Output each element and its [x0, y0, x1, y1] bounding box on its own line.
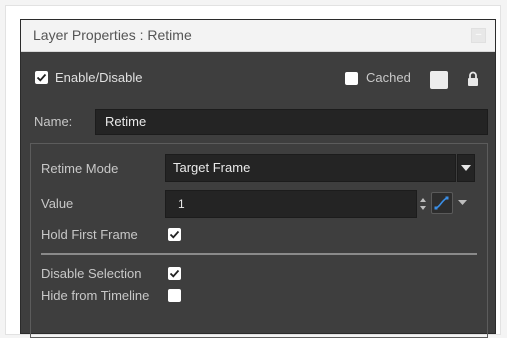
disable-selection-label: Disable Selection	[41, 266, 142, 281]
name-input[interactable]: Retime	[95, 109, 488, 135]
retime-mode-dropdown[interactable]: Target Frame	[165, 154, 456, 182]
retime-mode-label: Retime Mode	[41, 161, 119, 176]
lock-icon[interactable]	[467, 71, 479, 87]
checkmark-icon	[169, 230, 180, 239]
cached-label: Cached	[366, 70, 411, 85]
value-label: Value	[41, 196, 74, 211]
close-button[interactable]: –	[471, 28, 486, 43]
retime-mode-dropdown-toggle[interactable]	[457, 154, 475, 182]
enable-disable-label: Enable/Disable	[55, 70, 143, 85]
function-menu-arrow-icon[interactable]	[458, 200, 467, 206]
window-title: Layer Properties : Retime	[33, 27, 192, 43]
hide-from-timeline-label: Hide from Timeline	[41, 288, 150, 303]
layer-properties-dialog: Layer Properties : Retime – Enable/Disab…	[20, 19, 496, 338]
title-bar: Layer Properties : Retime –	[21, 20, 495, 52]
cached-checkbox[interactable]	[345, 72, 358, 85]
spinner-arrows-icon[interactable]	[419, 197, 427, 211]
checkmark-icon	[36, 73, 47, 82]
chevron-down-icon	[461, 165, 471, 171]
function-curve-button[interactable]	[431, 192, 453, 214]
hold-first-frame-checkbox[interactable]	[168, 228, 181, 241]
name-label: Name:	[34, 114, 73, 129]
hold-first-frame-label: Hold First Frame	[41, 227, 138, 242]
close-icon: –	[475, 29, 482, 40]
disable-selection-checkbox[interactable]	[168, 267, 181, 280]
checkmark-icon	[169, 269, 180, 278]
enable-disable-checkbox[interactable]	[35, 71, 48, 84]
hide-from-timeline-checkbox[interactable]	[168, 289, 181, 302]
function-curve-icon	[434, 196, 449, 210]
section-divider	[41, 253, 477, 255]
layer-color-swatch[interactable]	[430, 71, 448, 89]
value-input[interactable]: 1	[165, 190, 417, 218]
